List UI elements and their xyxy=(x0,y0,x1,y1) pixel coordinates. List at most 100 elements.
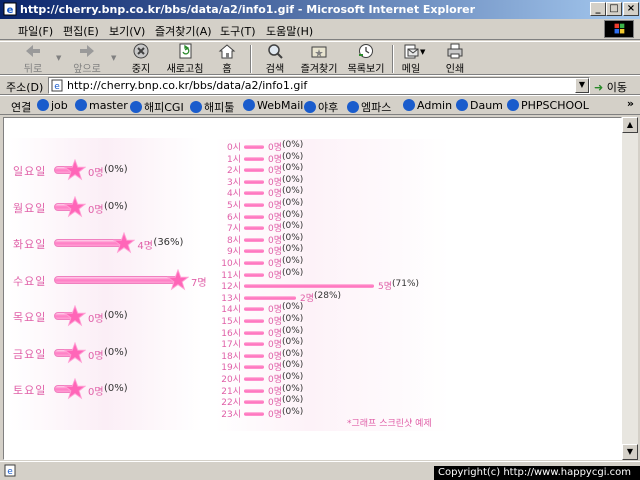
history-icon xyxy=(359,44,373,58)
svg-text:e: e xyxy=(54,82,60,92)
link-page-icon xyxy=(507,99,519,111)
menu-view[interactable]: 보기(V) xyxy=(109,23,145,39)
minimize-button[interactable]: _ xyxy=(590,2,606,16)
links-bar: 연결 job master 해피CGI 해피툴 WebMail 야후 엠파스 A… xyxy=(0,95,640,115)
star-icon xyxy=(63,158,87,181)
hour-percent: (0%) xyxy=(282,244,304,255)
hour-count: 0명 xyxy=(268,409,283,420)
menu-edit[interactable]: 편집(E) xyxy=(63,23,99,39)
maximize-button[interactable]: □ xyxy=(606,2,622,16)
content-area: *그래프 스크린샷 예제 일요일 0명 (0%) 월요일 0명 (0%) 화요일 4명 (36%… xyxy=(3,117,622,460)
home-button[interactable]: 홈 xyxy=(212,43,242,75)
hour-bar xyxy=(244,353,264,358)
scroll-down-icon[interactable]: ▼ xyxy=(622,444,638,460)
hour-bar xyxy=(244,214,264,219)
menu-tools[interactable]: 도구(T) xyxy=(220,23,256,39)
link-item[interactable]: WebMail xyxy=(243,99,303,112)
hour-bar xyxy=(244,203,264,207)
stop-button[interactable]: 중지 xyxy=(122,43,160,75)
address-dropdown-icon[interactable]: ▼ xyxy=(575,78,589,93)
mail-dropdown-icon[interactable]: ▼ xyxy=(420,48,425,56)
menu-bar: 파일(F) 편집(E) 보기(V) 즐겨찾기(A) 도구(T) 도움말(H) xyxy=(0,19,640,40)
weekday-percent: (36%) xyxy=(153,237,184,248)
hour-bar xyxy=(244,319,264,323)
hour-percent: (0%) xyxy=(282,302,304,313)
link-item[interactable]: job xyxy=(37,99,68,112)
weekday-label: 수요일 xyxy=(13,274,47,288)
link-page-icon xyxy=(130,101,142,113)
weekday-label: 일요일 xyxy=(13,165,47,178)
hour-bar xyxy=(244,411,264,416)
hour-bar xyxy=(244,272,264,277)
link-item[interactable]: PHPSCHOOL xyxy=(507,99,589,112)
back-arrow-icon xyxy=(26,45,40,57)
favorites-button[interactable]: 즐겨찾기 xyxy=(294,43,344,75)
weekday-count: 0명 xyxy=(88,204,104,216)
back-button[interactable]: 뒤로 xyxy=(14,43,52,75)
back-label: 뒤로 xyxy=(23,64,43,75)
hour-percent: (0%) xyxy=(282,372,304,382)
print-button[interactable]: 인쇄 xyxy=(440,43,470,75)
weekday-bar xyxy=(54,275,179,284)
mail-icon xyxy=(404,44,419,59)
ie-page-icon: e xyxy=(3,2,17,16)
star-icon xyxy=(63,341,87,364)
forward-dropdown-icon[interactable]: ▼ xyxy=(111,54,116,62)
hour-percent: (0%) xyxy=(282,163,304,174)
address-label: 주소(D) xyxy=(6,81,44,94)
link-item[interactable]: Admin xyxy=(403,99,452,112)
vertical-scrollbar[interactable]: ▲ ▼ xyxy=(622,117,638,460)
mail-label: 메일 xyxy=(401,64,421,75)
close-button[interactable]: × xyxy=(623,2,639,16)
link-item[interactable]: 야후 xyxy=(304,99,338,115)
link-item[interactable]: 해피툴 xyxy=(190,99,234,115)
status-page-icon: e xyxy=(4,464,16,477)
menu-help[interactable]: 도움말(H) xyxy=(266,23,313,39)
back-dropdown-icon[interactable]: ▼ xyxy=(56,54,61,62)
svg-text:e: e xyxy=(7,5,14,16)
hour-percent: (0%) xyxy=(282,348,304,359)
menu-favorites[interactable]: 즐겨찾기(A) xyxy=(155,23,212,39)
menu-file[interactable]: 파일(F) xyxy=(18,23,53,39)
links-more-icon[interactable]: » xyxy=(627,97,634,110)
link-item[interactable]: 해피CGI xyxy=(130,99,184,115)
star-icon xyxy=(166,268,190,291)
star-icon xyxy=(63,377,87,400)
toolbar: 뒤로 ▼ 앞으로 ▼ 중지 새로고침 홈 검색 즐겨찾기 목록보기 메일 ▼ 인… xyxy=(0,41,640,75)
weekday-percent: (0%) xyxy=(104,310,128,321)
forward-label: 앞으로 xyxy=(73,64,101,75)
hour-percent: (0%) xyxy=(282,383,304,394)
printer-icon xyxy=(447,43,463,59)
scroll-up-icon[interactable]: ▲ xyxy=(622,117,638,133)
history-button[interactable]: 목록보기 xyxy=(344,43,388,75)
search-icon xyxy=(268,44,283,59)
link-page-icon xyxy=(37,99,49,111)
stop-icon xyxy=(133,43,149,59)
hour-bar xyxy=(244,237,264,242)
weekday-label: 화요일 xyxy=(13,238,47,251)
search-button[interactable]: 검색 xyxy=(258,43,292,75)
hour-bar xyxy=(244,330,264,335)
weekday-percent: (0%) xyxy=(104,346,128,358)
forward-button[interactable]: 앞으로 xyxy=(66,43,108,75)
address-input[interactable]: e http://cherry.bnp.co.kr/bbs/data/a2/in… xyxy=(48,77,590,94)
go-button[interactable]: ➜ 이동 xyxy=(594,79,627,95)
hour-bar xyxy=(244,191,264,196)
hour-percent: (71%) xyxy=(392,279,420,290)
hour-percent: (0%) xyxy=(282,314,304,324)
link-item[interactable]: Daum xyxy=(456,99,503,112)
windows-logo-icon xyxy=(604,20,634,38)
link-item[interactable]: 엠파스 xyxy=(347,99,391,115)
hour-count: 0명 xyxy=(268,270,283,281)
weekday-count: 0명 xyxy=(88,350,104,362)
star-icon xyxy=(63,195,87,218)
refresh-button[interactable]: 새로고침 xyxy=(162,43,208,75)
link-item[interactable]: master xyxy=(75,99,128,112)
hour-percent: (28%) xyxy=(314,290,342,301)
chart-caption: *그래프 스크린샷 예제 xyxy=(347,419,432,429)
weekday-count: 4명 xyxy=(137,241,153,252)
links-label: 연결 xyxy=(11,101,32,114)
hour-bar xyxy=(244,168,264,173)
hour-percent: (0%) xyxy=(282,395,304,406)
hour-bar xyxy=(244,145,264,149)
